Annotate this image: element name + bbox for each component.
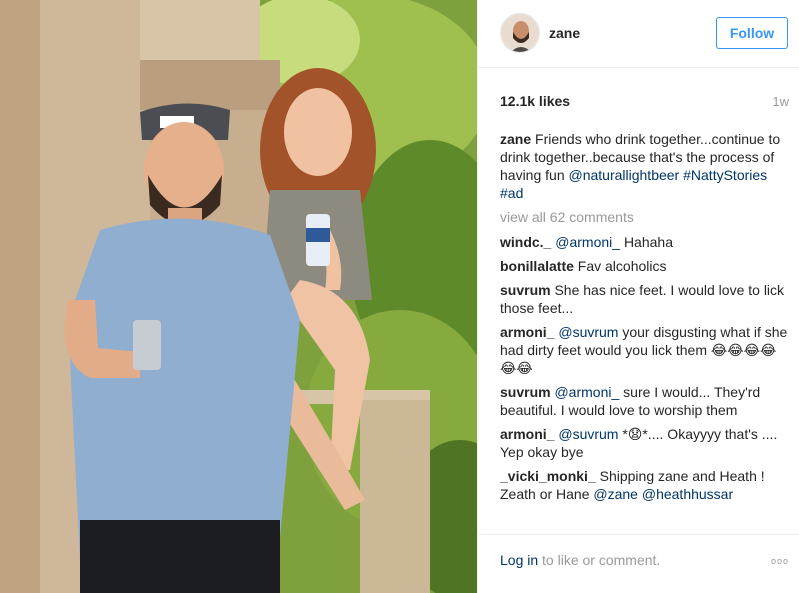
likes-count[interactable]: 12.1k likes [500,93,570,109]
comment: suvrum @armoni_ sure I would... They'rd … [500,383,788,419]
comment: bonillalatte Fav alcoholics [500,257,788,275]
comment-author[interactable]: armoni_ [500,324,554,340]
comment-author[interactable]: suvrum [500,282,551,298]
caption-author[interactable]: zane [500,131,531,147]
instagram-post: zane Follow 12.1k likes 1w zane Friends … [0,0,799,593]
post-photo-illustration [0,0,477,593]
comment-author[interactable]: suvrum [500,384,551,400]
comment-mention[interactable]: @suvrum [558,324,618,340]
post-photo[interactable] [0,0,477,593]
comment-mention[interactable]: @suvrum [558,426,618,442]
post-time[interactable]: 1w [772,94,789,109]
login-prompt-text: to like or comment. [542,552,661,568]
comment-author[interactable]: armoni_ [500,426,554,442]
comment: armoni_ @suvrum *😧*.... Okayyyy that's .… [500,425,788,461]
comment-mention[interactable]: @armoni_ [555,234,620,250]
comment-mention[interactable]: @zane [593,486,638,502]
comment: suvrum She has nice feet. I would love t… [500,281,788,317]
post-side-panel: zane Follow 12.1k likes 1w zane Friends … [477,0,799,593]
login-prompt: Log in to like or comment. [500,552,660,568]
login-link[interactable]: Log in [500,552,538,568]
more-options-icon[interactable]: ooo [771,556,789,566]
comment: _vicki_monki_ Shipping zane and Heath ! … [500,467,788,503]
avatar-image [501,14,539,52]
comment-author[interactable]: _vicki_monki_ [500,468,596,484]
comment-text: Hahaha [623,234,673,250]
comment-mention[interactable]: @armoni_ [554,384,619,400]
post-header: zane Follow [478,0,799,68]
caption-hashtag[interactable]: #ad [500,185,523,201]
caption-hashtag[interactable]: #NattyStories [683,167,767,183]
comment: windc._ @armoni_ Hahaha [500,233,788,251]
comment-author[interactable]: bonillalatte [500,258,574,274]
post-footer: Log in to like or comment. ooo [478,534,799,593]
follow-button[interactable]: Follow [716,17,788,49]
avatar[interactable] [500,13,540,53]
caption: zane Friends who drink together...contin… [500,130,788,202]
comment: armoni_ @suvrum your disgusting what if … [500,323,788,377]
comment-text: Fav alcoholics [577,258,667,274]
view-all-comments[interactable]: view all 62 comments [500,208,788,226]
comments-list: zane Friends who drink together...contin… [500,130,788,524]
username[interactable]: zane [549,25,580,41]
comment-mention[interactable]: @heathhussar [642,486,733,502]
caption-mention[interactable]: @naturallightbeer [569,167,680,183]
comment-author[interactable]: windc._ [500,234,551,250]
post-stats: 12.1k likes 1w [478,68,799,124]
